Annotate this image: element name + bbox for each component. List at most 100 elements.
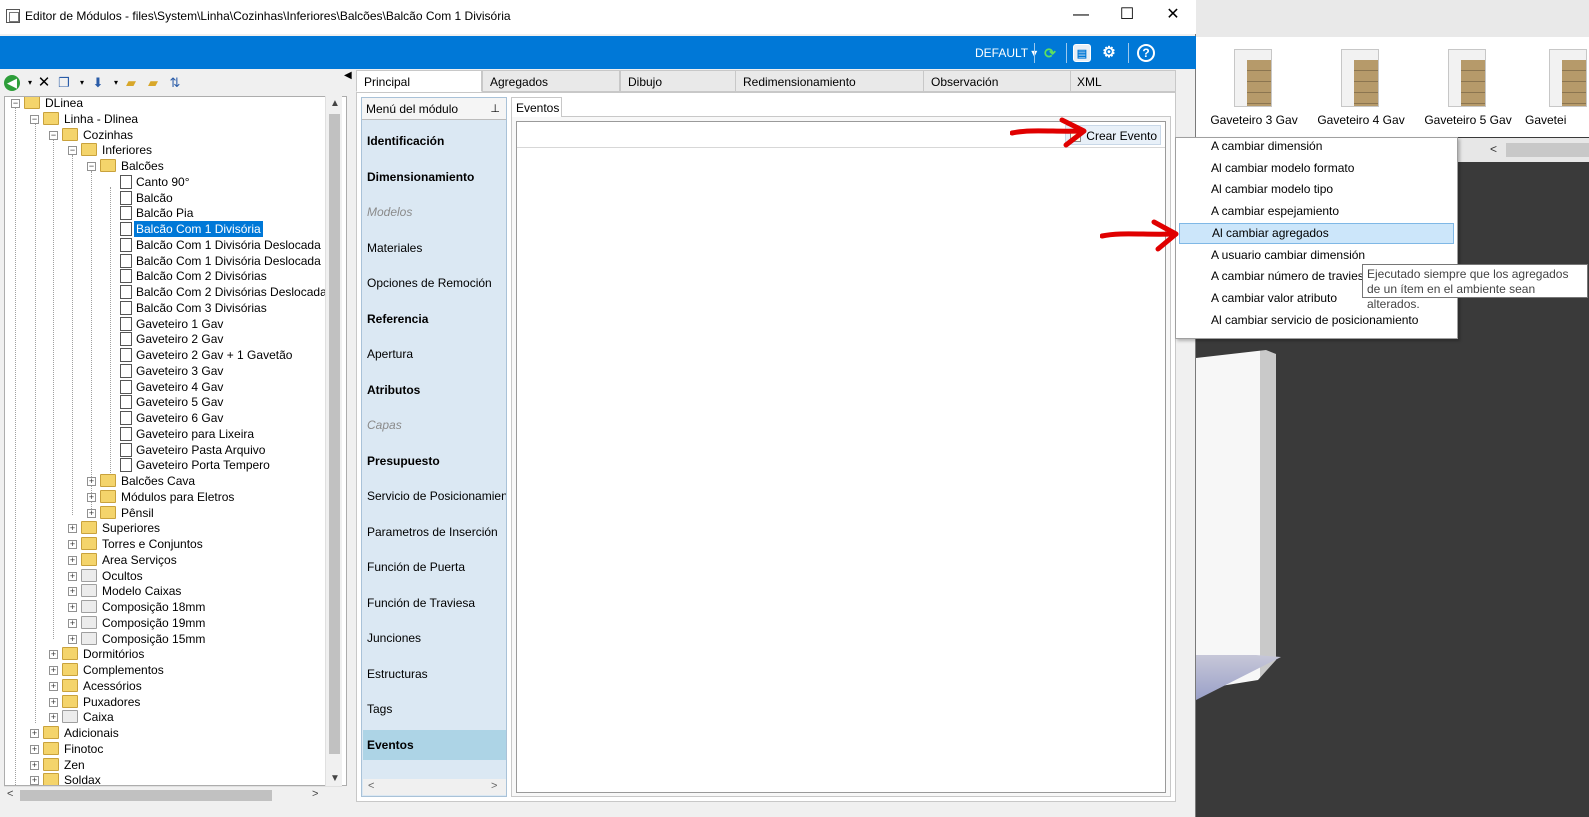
menu-opciones-remocion[interactable]: Opciones de Remoción <box>363 268 506 298</box>
scroll-right-icon[interactable]: > <box>491 780 497 792</box>
tree-node[interactable]: Balcão Com 1 Divisória Deslocada <box>5 237 345 253</box>
collapse-icon[interactable]: − <box>87 162 96 171</box>
expand-icon[interactable]: + <box>30 729 39 738</box>
sort-icon[interactable]: ⇅ <box>167 75 183 91</box>
tree-node[interactable]: + Caixa <box>5 709 345 725</box>
tab-xml[interactable]: XML <box>1070 70 1176 92</box>
menu-funcion-puerta[interactable]: Función de Puerta <box>363 552 506 582</box>
collapse-panel-icon[interactable]: ◀ <box>344 70 352 81</box>
collapse-icon[interactable]: − <box>30 114 39 124</box>
scrollbar-thumb[interactable] <box>1506 143 1589 157</box>
menu-item-usuario-cambiar-dimension[interactable]: A usuario cambiar dimensión <box>1179 245 1454 266</box>
scrollbar-thumb[interactable] <box>329 114 340 754</box>
tab-principal[interactable]: Principal <box>356 70 482 92</box>
expand-icon[interactable]: + <box>49 681 58 691</box>
tree-node[interactable]: + Adicionais <box>5 725 345 741</box>
tab-eventos[interactable]: Eventos <box>511 97 562 117</box>
expand-icon[interactable]: + <box>68 603 77 612</box>
menu-junciones[interactable]: Junciones <box>363 623 506 653</box>
tree-node[interactable]: Balcão Com 2 Divisórias <box>5 268 345 284</box>
scroll-down-icon[interactable]: ▼ <box>330 773 340 784</box>
pin-icon[interactable]: ⊥ <box>490 98 500 120</box>
tree-node[interactable]: + Pênsil <box>5 505 345 521</box>
menu-item-cambiar-agregados[interactable]: Al cambiar agregados <box>1179 223 1454 244</box>
tree-node[interactable]: Gaveteiro 5 Gav <box>5 394 345 410</box>
tree-node[interactable]: Gaveteiro Pasta Arquivo <box>5 442 345 458</box>
expand-icon[interactable]: + <box>68 587 77 597</box>
tree-node[interactable]: − Inferiores <box>5 142 345 158</box>
menu-item-cambiar-dimension[interactable]: A cambiar dimensión <box>1179 136 1454 157</box>
tree-node[interactable]: Gaveteiro 6 Gav <box>5 410 345 426</box>
tree-node[interactable]: Balcão Com 2 Divisórias Deslocada <box>5 284 345 300</box>
tree-node[interactable]: Balcão <box>5 190 345 206</box>
minimize-button[interactable]: — <box>1058 0 1104 32</box>
expand-icon[interactable]: + <box>68 524 77 534</box>
tree-node[interactable]: Balcão Com 1 Divisória <box>5 221 345 237</box>
tree-node[interactable]: + Módulos para Eletros <box>5 489 345 505</box>
expand-icon[interactable]: + <box>87 477 96 486</box>
settings-icon[interactable]: ⚙ <box>1100 44 1118 62</box>
expand-icon[interactable]: + <box>49 650 58 660</box>
tree-node[interactable]: + Superiores <box>5 520 345 536</box>
tree-node[interactable]: Balcão Com 3 Divisórias <box>5 300 345 316</box>
menu-servicio-posicionamiento[interactable]: Servicio de Posicionamiento <box>363 481 506 511</box>
tree-node[interactable]: − Balcões <box>5 158 345 174</box>
tab-observacion[interactable]: Observación <box>923 70 1071 92</box>
gallery-item[interactable]: Gaveteiro 3 Gav <box>1206 43 1302 133</box>
menu-horizontal-scrollbar[interactable]: < > <box>363 779 506 795</box>
help-icon[interactable]: ? <box>1137 44 1155 62</box>
tree-node[interactable]: Balcão Com 1 Divisória Deslocada Pé <box>5 253 345 269</box>
menu-estructuras[interactable]: Estructuras <box>363 659 506 689</box>
menu-apertura[interactable]: Apertura <box>363 339 506 369</box>
scroll-left-icon[interactable]: < <box>368 780 374 792</box>
collapse-icon[interactable]: − <box>49 130 58 140</box>
tree-node[interactable]: Gaveteiro para Lixeira <box>5 426 345 442</box>
tree-node[interactable]: + Soldax <box>5 772 345 785</box>
menu-dimensionamiento[interactable]: Dimensionamiento <box>363 162 506 192</box>
tree-node[interactable]: Canto 90° <box>5 174 345 190</box>
tree-node[interactable]: − DLinea <box>5 97 345 111</box>
refresh-icon[interactable]: ⟳ <box>1041 44 1059 62</box>
expand-icon[interactable]: + <box>49 697 58 707</box>
menu-atributos[interactable]: Atributos <box>363 375 506 405</box>
tree-node[interactable]: + Composição 15mm <box>5 631 345 647</box>
tree-node[interactable]: + Ocultos <box>5 568 345 584</box>
scroll-left-icon[interactable]: < <box>7 788 13 800</box>
tree-node[interactable]: − Cozinhas <box>5 127 345 143</box>
expand-icon[interactable]: + <box>49 666 58 675</box>
expand-icon[interactable]: + <box>49 713 58 723</box>
menu-eventos[interactable]: Eventos <box>363 730 506 760</box>
expand-icon[interactable]: + <box>68 555 77 565</box>
move-down-icon[interactable]: ⬇ <box>90 75 106 91</box>
tree-node[interactable]: + Torres e Conjuntos <box>5 536 345 552</box>
tree-node[interactable]: Gaveteiro 2 Gav + 1 Gavetão <box>5 347 345 363</box>
tree-node[interactable]: + Composição 19mm <box>5 615 345 631</box>
menu-item-cambiar-servicio-posicionamiento[interactable]: Al cambiar servicio de posicionamiento <box>1179 310 1454 331</box>
menu-identificacion[interactable]: Identificación <box>363 126 506 156</box>
expand-icon[interactable]: + <box>68 571 77 581</box>
expand-icon[interactable]: + <box>87 508 96 518</box>
tab-agregados[interactable]: Agregados <box>482 70 620 92</box>
tree-node[interactable]: + Area Serviços <box>5 552 345 568</box>
menu-funcion-traviesa[interactable]: Función de Traviesa <box>363 588 506 618</box>
gallery-item[interactable]: Gaveteiro 4 Gav <box>1313 43 1409 133</box>
folder-refresh-icon[interactable]: ▰ <box>145 75 161 91</box>
expand-icon[interactable]: + <box>30 744 39 754</box>
copy-icon[interactable]: ❐ <box>56 75 72 91</box>
expand-icon[interactable]: + <box>68 634 77 644</box>
tree-horizontal-scrollbar[interactable]: < > <box>4 786 342 803</box>
gallery-item[interactable]: Gavetei <box>1521 43 1589 133</box>
scrollbar-thumb[interactable] <box>20 790 272 801</box>
tree-node[interactable]: Balcão Pia <box>5 205 345 221</box>
expand-icon[interactable]: + <box>30 776 39 785</box>
collapse-icon[interactable]: − <box>11 99 20 108</box>
menu-tags[interactable]: Tags <box>363 694 506 724</box>
tree-node[interactable]: + Balcões Cava <box>5 473 345 489</box>
tab-redimensionamiento[interactable]: Redimensionamiento <box>735 70 924 92</box>
scroll-left-icon[interactable]: < <box>1490 142 1497 156</box>
menu-materiales[interactable]: Materiales <box>363 233 506 263</box>
menu-presupuesto[interactable]: Presupuesto <box>363 446 506 476</box>
dropdown-arrow-icon[interactable]: ▾ <box>74 75 90 91</box>
tree-node[interactable]: + Puxadores <box>5 694 345 710</box>
tree-node[interactable]: Gaveteiro 3 Gav <box>5 363 345 379</box>
